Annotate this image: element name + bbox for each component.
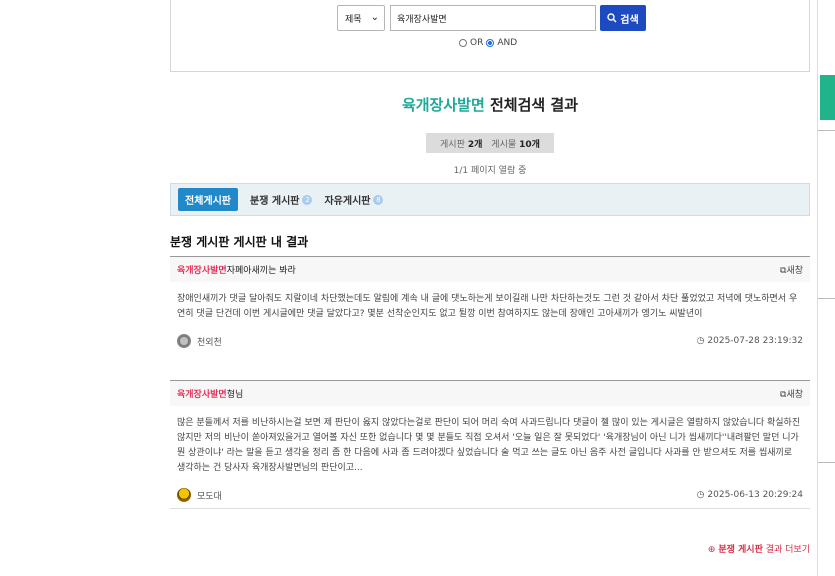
post-author[interactable]: 천외천 bbox=[177, 334, 222, 348]
plus-circle-icon: ⊕ bbox=[707, 545, 716, 555]
section-heading: 분쟁 게시판 게시판 내 결과 bbox=[170, 235, 309, 249]
result-count-badge: 게시판 2개 게시물 10개 bbox=[426, 133, 554, 153]
post-count: 10개 bbox=[519, 139, 540, 150]
new-window-label: 새창 bbox=[786, 266, 803, 276]
post-count-label: 게시물 bbox=[491, 139, 517, 150]
page-note: 1/1 페이지 열람 중 bbox=[453, 166, 527, 176]
divider bbox=[818, 462, 835, 463]
search-field-select[interactable]: 제목 ⌄ bbox=[337, 5, 385, 31]
post-title: 형님 bbox=[226, 390, 244, 400]
search-icon bbox=[607, 13, 617, 23]
post-excerpt: 장애인새끼가 댓글 달아줘도 지랄이네 차단했는데도 알림에 계속 내 글에 댓… bbox=[177, 294, 798, 319]
avatar bbox=[177, 334, 191, 348]
search-mode: OR AND bbox=[459, 38, 517, 48]
board-count-label: 게시판 bbox=[440, 139, 465, 150]
board-count: 2개 bbox=[467, 139, 483, 150]
new-window-link[interactable]: ⧉새창 bbox=[780, 263, 803, 276]
more-link-board: 분쟁 게시판 bbox=[718, 545, 763, 555]
post-author[interactable]: 모도대 bbox=[177, 488, 222, 502]
clock-icon: ◷ bbox=[696, 336, 705, 346]
tab-count-badge: 8 bbox=[373, 194, 384, 205]
date-text: 2025-06-13 20:29:24 bbox=[707, 490, 803, 500]
divider bbox=[818, 298, 835, 299]
post-title: 자폐아새끼는 봐라 bbox=[226, 266, 296, 276]
search-field-label: 제목 bbox=[345, 14, 362, 25]
tab-all-boards[interactable]: 전체게시판 bbox=[178, 188, 238, 211]
title-keyword: 육개장사발면 bbox=[401, 96, 485, 114]
more-link-suffix: 결과 더보기 bbox=[762, 545, 810, 555]
radio-or-label: OR bbox=[470, 38, 484, 48]
clock-icon: ◷ bbox=[696, 490, 705, 500]
post-title-keyword: 육개장사발면 bbox=[177, 390, 227, 400]
board-tabs: 전체게시판 분쟁 게시판 2 자유게시판 8 bbox=[170, 183, 810, 216]
post-excerpt: 많은 분들께서 저를 비난하시는걸 보면 제 판단이 옳지 않았다는걸로 판단이… bbox=[177, 418, 801, 473]
search-button-label: 검색 bbox=[620, 14, 639, 26]
new-window-link[interactable]: ⧉새창 bbox=[780, 387, 803, 400]
search-panel: 제목 ⌄ 검색 OR AND bbox=[170, 0, 810, 72]
sidebar-fragment bbox=[817, 0, 835, 576]
author-name: 모도대 bbox=[197, 491, 222, 502]
radio-and[interactable] bbox=[486, 39, 495, 47]
search-input[interactable] bbox=[390, 5, 596, 31]
post-title-bar[interactable]: 육개장사발면 형님 ⧉새창 bbox=[170, 380, 810, 406]
page-title: 육개장사발면 전체검색 결과 bbox=[170, 94, 810, 115]
search-button[interactable]: 검색 bbox=[600, 5, 646, 31]
radio-or[interactable] bbox=[459, 39, 467, 47]
post-title-bar[interactable]: 육개장사발면 자폐아새끼는 봐라 ⧉새창 bbox=[170, 256, 810, 282]
tab-label: 전체게시판 bbox=[185, 196, 231, 207]
post-meta: 모도대 ◷ 2025-06-13 20:29:24 bbox=[170, 484, 810, 509]
divider bbox=[818, 130, 835, 131]
title-suffix: 전체검색 결과 bbox=[490, 96, 579, 114]
more-results-link[interactable]: ⊕ 분쟁 게시판 결과 더보기 bbox=[708, 542, 810, 555]
radio-and-label: AND bbox=[497, 38, 518, 48]
post-title-keyword: 육개장사발면 bbox=[177, 266, 227, 276]
tab-dispute-board[interactable]: 분쟁 게시판 2 bbox=[250, 192, 313, 207]
post-date: ◷ 2025-06-13 20:29:24 bbox=[697, 490, 803, 500]
avatar bbox=[177, 488, 191, 502]
author-name: 천외천 bbox=[197, 337, 222, 348]
list-item: 육개장사발면 형님 ⧉새창 많은 분들께서 저를 비난하시는걸 보면 제 판단이… bbox=[170, 380, 810, 509]
date-text: 2025-07-28 23:19:32 bbox=[707, 336, 803, 346]
sidebar-banner bbox=[820, 75, 835, 120]
new-window-label: 새창 bbox=[786, 390, 803, 400]
post-meta: 천외천 ◷ 2025-07-28 23:19:32 bbox=[170, 330, 810, 354]
post-date: ◷ 2025-07-28 23:19:32 bbox=[697, 336, 803, 346]
tab-free-board[interactable]: 자유게시판 8 bbox=[324, 192, 384, 207]
list-item: 육개장사발면 자폐아새끼는 봐라 ⧉새창 장애인새끼가 댓글 달아줘도 지랄이네… bbox=[170, 256, 810, 354]
tab-count-badge: 2 bbox=[302, 194, 313, 205]
tab-label: 자유게시판 bbox=[324, 196, 371, 207]
tab-label: 분쟁 게시판 bbox=[250, 196, 300, 207]
chevron-down-icon: ⌄ bbox=[370, 12, 379, 23]
